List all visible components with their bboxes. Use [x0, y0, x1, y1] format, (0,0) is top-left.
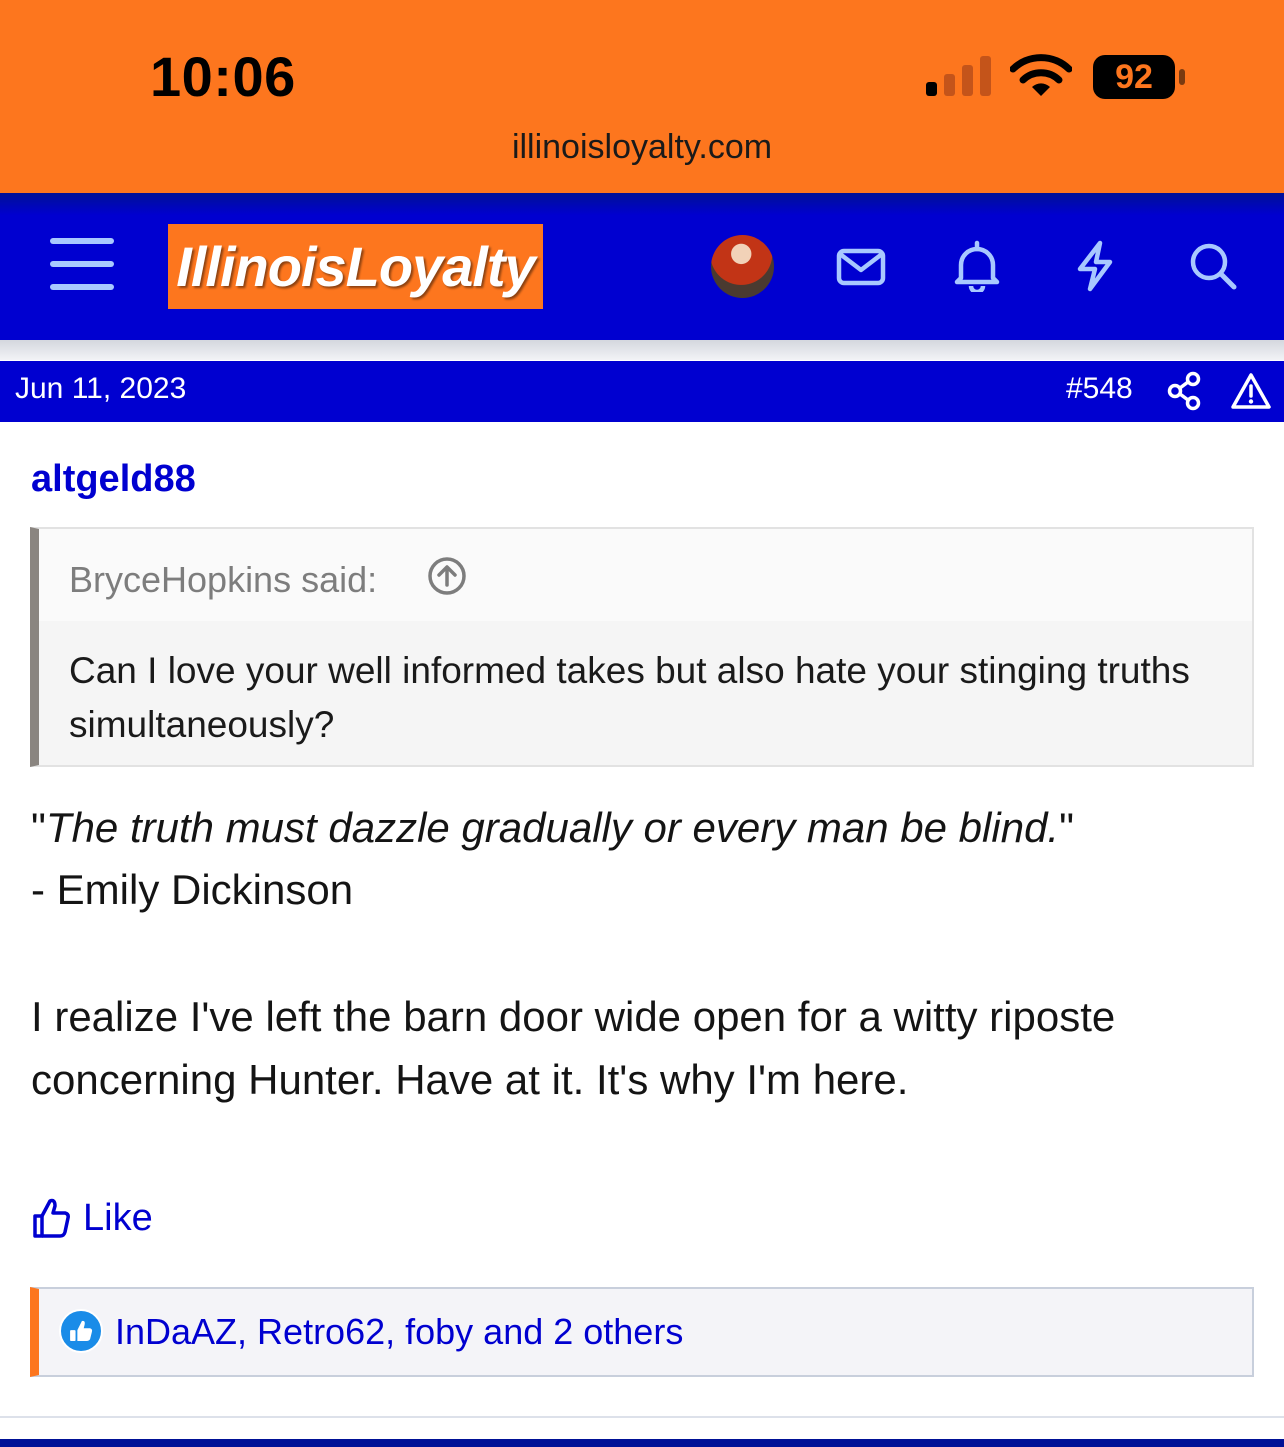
status-bar: 10:06 92 illinoisloyalty.com: [0, 0, 1284, 193]
post-date[interactable]: Jun 11, 2023: [15, 372, 186, 406]
quote-block: BryceHopkins said: Can I love your well …: [30, 527, 1254, 767]
epigraph-text: The truth must dazzle gradually or every…: [45, 804, 1060, 851]
like-reaction-icon: [59, 1309, 103, 1353]
wifi-icon: [1010, 54, 1072, 96]
search-icon[interactable]: [1188, 240, 1238, 292]
quote-header: BryceHopkins said:: [39, 529, 1252, 621]
bell-icon[interactable]: [952, 240, 1002, 292]
header-divider: [0, 340, 1284, 360]
post-number[interactable]: #548: [1066, 372, 1133, 406]
go-to-quote-arrow-icon[interactable]: [427, 556, 467, 596]
battery-level: 92: [1115, 58, 1153, 96]
user-avatar[interactable]: [711, 235, 774, 298]
next-post-bar: [0, 1439, 1284, 1447]
reactions-bar: InDaAZ, Retro62, foby and 2 others: [30, 1287, 1254, 1377]
post-header-bar: Jun 11, 2023 #548: [0, 361, 1284, 422]
thumbs-up-icon: [33, 1198, 70, 1238]
cellular-signal-icon: [926, 56, 991, 96]
post-author[interactable]: altgeld88: [31, 458, 196, 501]
quote-text: Can I love your well informed takes but …: [69, 650, 1190, 745]
site-logo[interactable]: IllinoisLoyalty: [168, 224, 543, 309]
like-label: Like: [83, 1196, 153, 1239]
epigraph-open-quote: ": [31, 804, 46, 851]
battery-icon: 92: [1093, 55, 1185, 99]
address-bar-url[interactable]: illinoisloyalty.com: [0, 128, 1284, 167]
epigraph-close-quote: ": [1059, 804, 1075, 851]
reactions-list[interactable]: InDaAZ, Retro62, foby and 2 others: [115, 1311, 683, 1353]
epigraph-attribution: - Emily Dickinson: [31, 866, 354, 913]
post-body-text: I realize I've left the barn door wide o…: [31, 993, 1116, 1103]
bolt-icon[interactable]: [1070, 240, 1120, 292]
quote-author[interactable]: BryceHopkins said:: [69, 559, 377, 601]
mail-icon[interactable]: [836, 240, 886, 292]
site-logo-text: IllinoisLoyalty: [176, 235, 535, 298]
post-divider: [0, 1416, 1284, 1418]
share-icon[interactable]: [1166, 371, 1202, 411]
menu-icon[interactable]: [50, 236, 114, 292]
report-warning-icon[interactable]: [1230, 371, 1272, 411]
epigraph: "The truth must dazzle gradually or ever…: [31, 797, 1074, 921]
like-button[interactable]: Like: [31, 1196, 153, 1240]
status-time: 10:06: [150, 45, 296, 108]
